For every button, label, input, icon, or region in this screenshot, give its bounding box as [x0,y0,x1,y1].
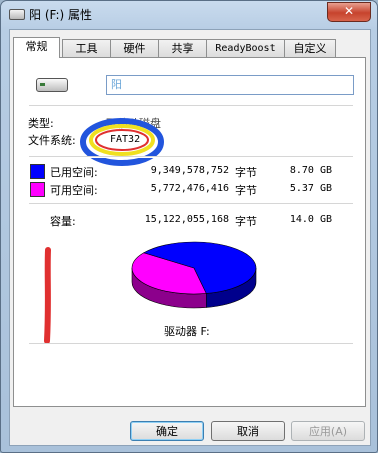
cancel-button[interactable]: 取消 [211,421,285,441]
red-mark-annotation [44,247,51,344]
capacity-bytes: 15,122,055,168 [144,214,229,225]
type-label: 类型: [28,117,54,130]
used-space-bytes: 9,349,578,752 [150,165,229,176]
capacity-size: 14.0 GB [289,214,332,225]
ok-button[interactable]: 确定 [130,421,204,441]
separator [29,105,353,107]
separator [29,343,353,345]
free-space-unit: 字节 [235,184,257,197]
properties-window: 阳 (F:) 属性 ✕ 常规 工具 硬件 共享 ReadyBoost 自定义 阳… [0,0,378,453]
used-space-unit: 字节 [235,166,257,179]
free-space-label: 可用空间: [50,184,98,197]
free-space-swatch [30,182,45,197]
close-button[interactable]: ✕ [327,2,371,22]
general-tab-content: 阳 类型: 可移动磁盘 文件系统: FAT32 已用空间: 9,349,578,… [13,57,366,407]
tab-customize[interactable]: 自定义 [284,39,336,57]
tab-readyboost[interactable]: ReadyBoost [206,39,285,57]
filesystem-label: 文件系统: [28,134,76,147]
capacity-unit: 字节 [235,215,257,228]
separator [29,203,353,205]
used-space-size: 8.70 GB [289,165,332,176]
title-bar[interactable]: 阳 (F:) 属性 ✕ [1,1,377,29]
free-space-size: 5.37 GB [289,183,332,194]
tab-sharing[interactable]: 共享 [158,39,207,57]
filesystem-value: FAT32 [110,134,141,145]
drive-name-input[interactable]: 阳 [106,75,354,95]
tab-hardware[interactable]: 硬件 [110,39,159,57]
used-space-label: 已用空间: [50,166,98,179]
free-space-bytes: 5,772,476,416 [150,183,229,194]
used-space-swatch [30,164,45,179]
dialog-body: 常规 工具 硬件 共享 ReadyBoost 自定义 阳 类型: 可移动磁盘 文… [9,29,371,446]
disk-usage-pie-chart [131,241,257,309]
separator [29,156,353,158]
tab-tools[interactable]: 工具 [62,39,111,57]
drive-icon [9,9,25,20]
window-title: 阳 (F:) 属性 [29,8,93,22]
capacity-label: 容量: [50,215,76,228]
apply-button[interactable]: 应用(A) [291,421,365,441]
tab-general[interactable]: 常规 [13,37,60,58]
usb-drive-icon [36,78,68,92]
drive-caption: 驱动器 F: [164,325,210,338]
